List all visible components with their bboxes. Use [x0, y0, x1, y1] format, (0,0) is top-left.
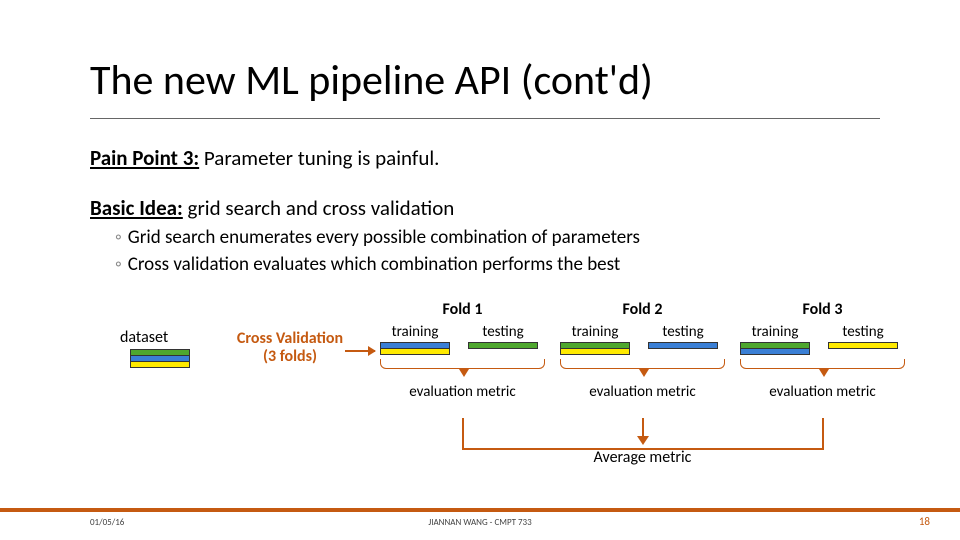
connector-line [462, 418, 464, 448]
data-bar-yellow [560, 348, 630, 355]
training-col: training [380, 323, 450, 355]
arrow-down-icon [637, 436, 649, 445]
footer-page-number: 18 [919, 515, 930, 528]
cv-line2: (3 folds) [263, 347, 317, 366]
training-label: training [380, 323, 450, 341]
average-metric-label: Average metric [560, 448, 725, 467]
pain-point-label: Pain Point 3: [90, 145, 199, 171]
data-bar-yellow [380, 348, 450, 355]
cross-validation-diagram: dataset Cross Validation(3 folds) Fold 1… [90, 300, 890, 460]
dataset-stack [130, 350, 190, 368]
bullet-icon: ◦ [115, 252, 122, 279]
testing-col: testing [648, 323, 718, 355]
testing-label: testing [648, 323, 718, 341]
connector-line [822, 418, 824, 448]
pain-point-line: Pain Point 3: Parameter tuning is painfu… [90, 145, 439, 171]
fold-title: Fold 1 [380, 300, 545, 319]
data-bar-yellow [828, 342, 898, 349]
testing-col: testing [468, 323, 538, 355]
data-bar-blue [648, 342, 718, 349]
title-underline [90, 118, 880, 119]
training-col: training [740, 323, 810, 355]
basic-idea-text: grid search and cross validation [183, 195, 455, 221]
basic-idea-line: Basic Idea: grid search and cross valida… [90, 195, 454, 221]
testing-label: testing [828, 323, 898, 341]
brace-icon [380, 359, 545, 369]
fold-1: Fold 1 training testing evaluatio [380, 300, 545, 401]
slide-title: The new ML pipeline API (cont'd) [90, 55, 653, 106]
fold-title: Fold 2 [560, 300, 725, 319]
brace-icon [560, 359, 725, 369]
data-bar-yellow [130, 361, 190, 368]
training-col: training [560, 323, 630, 355]
fold-2: Fold 2 training testing evaluatio [560, 300, 725, 401]
connector-line [642, 418, 644, 436]
training-label: training [740, 323, 810, 341]
fold-3: Fold 3 training testing evaluatio [740, 300, 905, 401]
fold-title: Fold 3 [740, 300, 905, 319]
evaluation-metric-label: evaluation metric [560, 383, 725, 401]
bullet-text: Grid search enumerates every possible co… [128, 225, 640, 252]
footer-accent-bar [0, 508, 960, 512]
bullet-text: Cross validation evaluates which combina… [128, 252, 620, 279]
data-bar-green [468, 342, 538, 349]
testing-col: testing [828, 323, 898, 355]
cv-line1: Cross Validation [237, 329, 343, 348]
arrow-icon [345, 350, 375, 352]
brace-icon [740, 359, 905, 369]
basic-idea-label: Basic Idea: [90, 195, 183, 221]
slide: The new ML pipeline API (cont'd) Pain Po… [0, 0, 960, 540]
bullet-list: ◦Grid search enumerates every possible c… [115, 225, 640, 278]
bullet-icon: ◦ [115, 225, 122, 252]
cross-validation-label: Cross Validation(3 folds) [225, 330, 355, 365]
bullet-item: ◦Grid search enumerates every possible c… [115, 225, 640, 252]
evaluation-metric-label: evaluation metric [380, 383, 545, 401]
pain-point-text: Parameter tuning is painful. [199, 145, 439, 171]
evaluation-metric-label: evaluation metric [740, 383, 905, 401]
footer-author: JIANNAN WANG - CMPT 733 [0, 517, 960, 528]
data-bar-blue [740, 348, 810, 355]
testing-label: testing [468, 323, 538, 341]
training-label: training [560, 323, 630, 341]
bullet-item: ◦Cross validation evaluates which combin… [115, 252, 640, 279]
dataset-label: dataset [120, 328, 168, 347]
